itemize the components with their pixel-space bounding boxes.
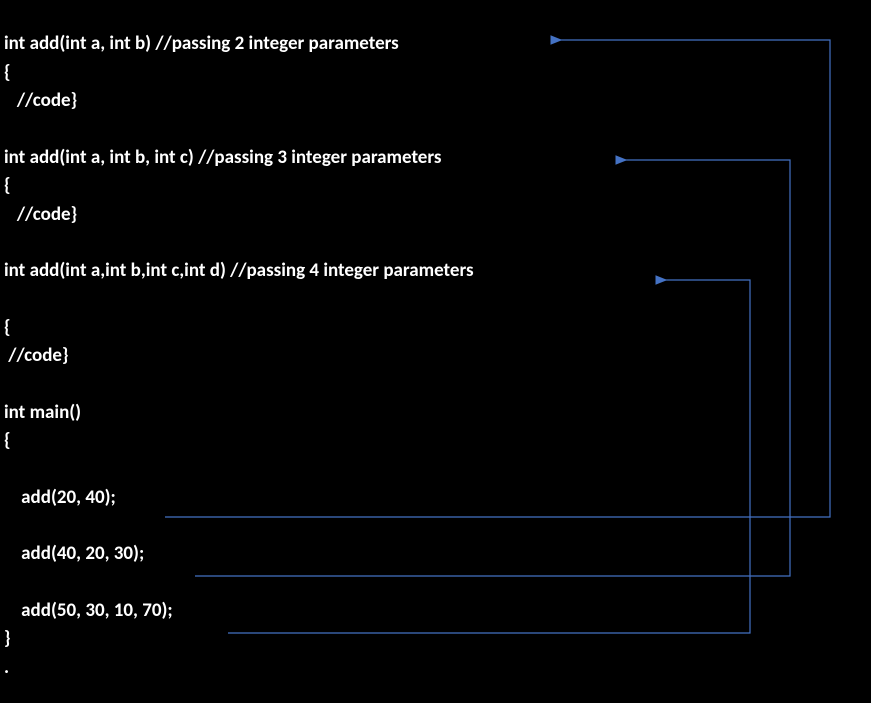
main-signature: int main() <box>4 399 867 428</box>
brace-open: { <box>4 427 867 456</box>
call-3: add(50, 30, 10, 70); <box>4 597 867 626</box>
brace-open: { <box>4 59 867 88</box>
code-placeholder: //code} <box>4 87 867 116</box>
brace-open: { <box>4 314 867 343</box>
code-placeholder: //code} <box>4 201 867 230</box>
dot: . <box>4 654 867 683</box>
function-1-signature: int add(int a, int b) //passing 2 intege… <box>4 30 867 59</box>
brace-open: { <box>4 172 867 201</box>
call-1: add(20, 40); <box>4 484 867 513</box>
brace-close: } <box>4 625 867 654</box>
function-3-signature: int add(int a,int b,int c,int d) //passi… <box>4 257 867 286</box>
code-block: int add(int a, int b) //passing 2 intege… <box>0 0 871 682</box>
function-2-signature: int add(int a, int b, int c) //passing 3… <box>4 144 867 173</box>
code-placeholder: //code} <box>4 342 867 371</box>
call-2: add(40, 20, 30); <box>4 540 867 569</box>
